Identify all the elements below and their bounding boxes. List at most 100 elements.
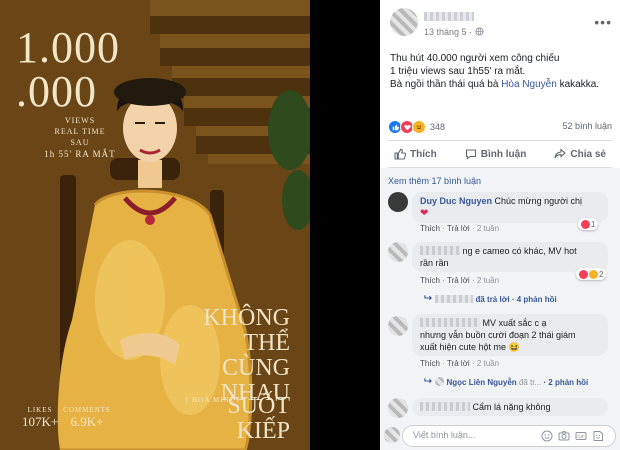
replier-name[interactable]: Ngọc Liên Nguyễn [446, 378, 516, 387]
commenter-name-blurred[interactable] [420, 246, 460, 255]
comment-input[interactable] [411, 429, 527, 441]
comment-time[interactable]: 2 tuần [477, 359, 499, 368]
commenter-name[interactable]: Duy Duc Nguyen [420, 196, 492, 206]
share-button-label: Chia sẻ [570, 148, 606, 160]
comment-text-line-2: rần rần [420, 258, 449, 268]
reply-count[interactable]: 4 phản hồi [517, 295, 557, 304]
post-date[interactable]: 13 tháng 5 · [424, 27, 484, 37]
reaction-count[interactable]: 348 [430, 122, 445, 132]
comment-bubble-1: Duy Duc Nguyen Chúc mừng người chị ❤ [412, 192, 608, 223]
comment-button[interactable]: Bình luận [465, 148, 527, 160]
post-text: Thu hút 40.000 người xem công chiếu 1 tr… [390, 52, 616, 91]
commenter-name-blurred[interactable] [420, 318, 480, 327]
like-button[interactable]: Thích [394, 148, 437, 160]
heart-emoji-icon: ❤ [420, 208, 429, 219]
love-reaction-icon [581, 219, 590, 229]
comment-like-link[interactable]: Thích [420, 276, 440, 285]
time-label: 1h 55' RA MẮT [44, 149, 116, 159]
reply-count[interactable]: 2 phản hồi [548, 378, 588, 387]
haha-reaction-icon [589, 269, 598, 279]
commenter-avatar[interactable] [388, 192, 408, 212]
reply-suffix: đã tr... [518, 378, 542, 387]
comment-text: Cẩm lá nặng không [472, 402, 551, 412]
comment-text: Chúc mừng người chị [494, 196, 583, 206]
reply-arrow-icon [424, 295, 432, 301]
likes-value: 107K+ [22, 414, 59, 429]
title-line-2: THỂ [243, 330, 290, 356]
comment-text-line-1: MV xuất sắc c ạ [482, 318, 547, 328]
divider [388, 140, 612, 141]
comment-count[interactable]: 52 bình luận [562, 121, 612, 131]
haha-reaction-icon [412, 120, 426, 134]
post-text-line-3-prefix: Bà ngồi thần thái quá bà [390, 79, 502, 90]
replier-name-blurred[interactable] [435, 295, 474, 303]
artist-credit: [ HOÀ MINZY ] [186, 396, 247, 404]
comment-reaction-pill[interactable]: 2 [576, 268, 607, 280]
comment-reaction-pill[interactable]: 1 [578, 218, 599, 230]
view-replies-link[interactable]: đã trả lời · 4 phản hồi [424, 294, 557, 304]
views-number-line1: 1.000 [16, 23, 120, 72]
poster-name-blurred[interactable] [424, 12, 474, 21]
svg-text:GIF: GIF [577, 434, 585, 439]
commenter-name-blurred[interactable] [420, 402, 470, 411]
comment-reply-link[interactable]: Trả lời [447, 359, 470, 368]
comment-time[interactable]: 2 tuần [477, 276, 499, 285]
post-date-text[interactable]: 13 tháng 5 · [424, 27, 472, 37]
see-more-comments-link[interactable]: Xem thêm 17 bình luận [388, 176, 481, 186]
reaction-summary[interactable]: 348 [388, 120, 445, 134]
share-icon [554, 148, 567, 159]
comment-time[interactable]: 2 tuần [477, 224, 499, 233]
share-button[interactable]: Chia sẻ [554, 148, 606, 160]
movie-title: KHÔNG THỂ [180, 306, 290, 356]
comment-reaction-count: 2 [599, 269, 604, 279]
replier-avatar [435, 377, 445, 386]
post-text-line-2: 1 triệu views sau 1h55' ra mắt. [390, 66, 526, 77]
love-reaction-icon [579, 269, 588, 279]
comment-reply-link[interactable]: Trả lời [447, 276, 470, 285]
sau-label: SAU [70, 138, 90, 147]
comment-composer[interactable]: GIF [402, 425, 616, 447]
comment-bubble-2: ng e cameo có khác, MV hot rần rần [412, 242, 608, 272]
reply-arrow-icon [424, 378, 432, 384]
comment-like-link[interactable]: Thích [420, 224, 440, 233]
view-replies-link[interactable]: Ngọc Liên Nguyễn đã tr... · 2 phản hồi [424, 377, 588, 387]
comment-reaction-count: 1 [591, 219, 596, 229]
current-user-avatar [384, 427, 400, 443]
comment-text-line-3: xuất hiện cute hột me [420, 342, 507, 352]
commenter-avatar[interactable] [388, 242, 408, 262]
title-line-1: KHÔNG [203, 305, 290, 331]
comments-stat: COMMENTS 6.9K+ [62, 406, 112, 430]
globe-icon [475, 27, 484, 36]
emoji-icon[interactable] [541, 430, 553, 442]
commenter-avatar[interactable] [388, 316, 408, 336]
movie-poster: 1.000 .000 VIEWS REAL TIME SAU 1h 55' RA… [0, 0, 310, 450]
commenter-avatar[interactable] [388, 398, 408, 418]
comment-text-line-1: ng e cameo có khác, MV hot [462, 246, 577, 256]
post-text-line-3: Bà ngồi thần thái quá bà Hòa Nguyễn kaka… [390, 78, 616, 91]
post-text-line-3-suffix: kakakka. [556, 79, 600, 90]
reply-suffix: đã trả lời [475, 295, 510, 304]
comment-meta: Thích · Trả lời · 2 tuần [420, 224, 500, 233]
title-line-6: KIẾP [236, 418, 290, 444]
laughing-emoji-icon: 😆 [508, 342, 520, 352]
likes-stat: LIKES 107K+ [22, 406, 58, 430]
comment-like-link[interactable]: Thích [420, 359, 440, 368]
comment-button-label: Bình luận [480, 148, 527, 160]
post-text-line-1: Thu hút 40.000 người xem công chiếu [390, 53, 560, 64]
comment-bubble-4: Cẩm lá nặng không [412, 398, 608, 416]
tagged-user-link[interactable]: Hòa Nguyễn [501, 79, 557, 90]
more-options-icon[interactable]: ••• [594, 14, 612, 30]
sticker-icon[interactable] [592, 430, 604, 442]
comments-value: 6.9K+ [70, 414, 104, 429]
comment-reply-link[interactable]: Trả lời [447, 224, 470, 233]
post-actions: Thích Bình luận Chia sẻ [380, 143, 620, 165]
poster-avatar[interactable] [390, 8, 418, 36]
comment-text-line-2: nhưng vẫn buồn cười đoạn 2 thái giám [420, 330, 576, 340]
views-number-line2: .000 [16, 67, 97, 116]
gif-icon[interactable]: GIF [575, 430, 587, 442]
facebook-post-panel: 13 tháng 5 · ••• Thu hút 40.000 người xe… [380, 0, 620, 450]
camera-icon[interactable] [558, 430, 570, 442]
views-label: VIEWS [64, 116, 96, 125]
title-line-3: CÙNG [221, 355, 290, 381]
realtime-label: REAL TIME [54, 127, 106, 136]
